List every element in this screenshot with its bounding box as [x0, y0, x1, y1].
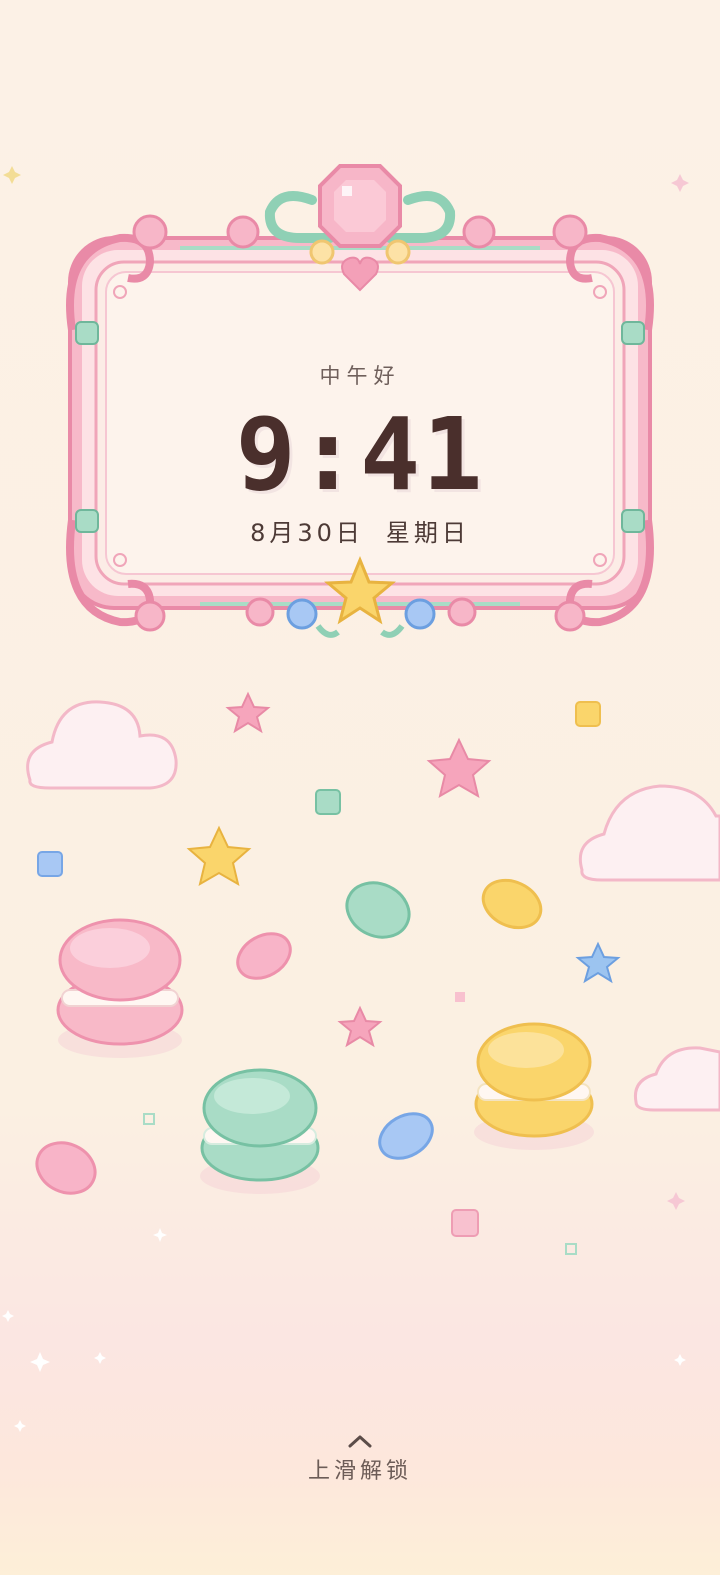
gem-icon	[318, 164, 402, 248]
date-text: 8月30日	[250, 519, 364, 547]
greeting-text: 中午好	[319, 364, 401, 388]
swipe-up-unlock[interactable]: 上滑解锁	[0, 1433, 720, 1485]
jellybean-icon	[345, 881, 411, 939]
jellybean-icon	[236, 932, 292, 980]
star-icon	[426, 737, 492, 799]
chevron-up-icon	[348, 1435, 372, 1448]
jellybean-icon	[481, 878, 543, 930]
unlock-hint-label: 上滑解锁	[307, 1459, 412, 1484]
macaron-icon	[200, 1068, 320, 1194]
jellybean-icon	[35, 1141, 97, 1195]
macaron-icon	[56, 918, 184, 1058]
ornate-frame	[3, 164, 689, 638]
weekday-text: 星期日	[385, 519, 470, 547]
jellybean-icon	[378, 1112, 434, 1160]
date-line: 8月30日 星期日	[0, 513, 720, 548]
macaron-icon	[474, 1022, 594, 1150]
star-icon	[575, 941, 621, 984]
star-icon	[186, 825, 252, 887]
star-icon	[337, 1005, 383, 1048]
star-icon	[225, 691, 271, 734]
candy-decorations	[26, 691, 720, 1255]
sparkle-decorations	[2, 1310, 686, 1432]
clock-time: 9:41	[235, 396, 485, 513]
